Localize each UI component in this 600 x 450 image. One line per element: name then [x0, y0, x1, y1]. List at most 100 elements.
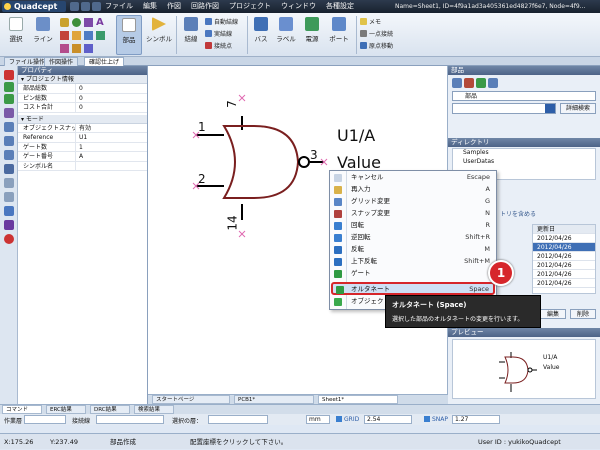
menu-circuit-draw[interactable]: 回路作図 [191, 0, 219, 13]
work-layer-select[interactable] [24, 415, 66, 424]
edit-button[interactable]: 編集 [540, 309, 566, 319]
tile-icon[interactable] [488, 78, 498, 88]
search-icon[interactable] [545, 104, 555, 113]
mode-section[interactable]: ▾ モード [18, 114, 147, 124]
book-icon[interactable] [464, 78, 474, 88]
tab-drc-result[interactable]: DRC結果 [90, 405, 130, 414]
directory-item[interactable]: UserDatas [453, 158, 595, 167]
grid-icon[interactable] [4, 164, 14, 174]
label-button[interactable]: ラベル [273, 17, 299, 43]
menu-item-snap-change[interactable]: スナップ変更 N [330, 208, 496, 220]
menu-item-cancel[interactable]: キャンセル Escape [330, 172, 496, 184]
tab-draw-ops[interactable]: 作図操作 [44, 57, 79, 66]
tab-erc-result[interactable]: ERC結果 [46, 405, 86, 414]
library-combo[interactable]: 部品 [452, 91, 596, 101]
zoom-in-icon[interactable] [4, 122, 14, 132]
advanced-search-button[interactable]: 詳細検索 [560, 103, 596, 114]
grid-select[interactable]: 2.54 [364, 415, 412, 424]
table-row-selected[interactable]: 2012/04/26 [533, 243, 595, 252]
gate-count-field[interactable]: 1 [76, 143, 147, 152]
polygon-tool-icon[interactable] [72, 31, 81, 40]
stop-icon[interactable] [4, 234, 14, 244]
port-button[interactable]: ポート [325, 17, 353, 43]
table-tool-icon[interactable] [96, 31, 105, 40]
wire-width-select[interactable] [96, 415, 164, 424]
layer-icon[interactable] [4, 178, 14, 188]
symbol-button[interactable]: シンボル [144, 17, 174, 43]
text-tool-icon[interactable]: A [96, 17, 107, 28]
zoom-fit-icon[interactable] [4, 150, 14, 160]
color-icon[interactable] [4, 220, 14, 230]
tab-pcb1[interactable]: PCB1* [234, 395, 314, 404]
connect-point-button[interactable]: 接続点 [205, 41, 232, 50]
origin-move-button[interactable]: 原点移動 [360, 41, 393, 50]
directory-item[interactable]: Samples [453, 149, 595, 158]
pen-tool-icon[interactable] [72, 44, 81, 53]
image-tool-icon[interactable] [84, 31, 93, 40]
one-wire-button[interactable]: 一点接続 [360, 29, 393, 38]
menu-settings[interactable]: 各種設定 [326, 0, 354, 13]
menu-item-alternate[interactable]: オルタネート Space [331, 282, 495, 295]
measure-icon[interactable] [4, 192, 14, 202]
project-info-section[interactable]: ▾ プロジェクト情報 [18, 75, 147, 84]
close-icon[interactable] [4, 70, 14, 80]
menu-item-flip-vertical[interactable]: 上下反転 Shift+M [330, 256, 496, 268]
triangle-tool-icon[interactable] [84, 18, 93, 27]
menu-edit[interactable]: 編集 [143, 0, 157, 13]
tab-sheet1[interactable]: Sheet1* [318, 395, 398, 404]
column-header-date[interactable]: 更新日 [533, 225, 595, 234]
menu-item-reenter[interactable]: 再入力 A [330, 184, 496, 196]
circle-tool-icon[interactable] [60, 18, 69, 27]
open-file-icon[interactable] [81, 2, 90, 11]
settings-icon[interactable] [4, 206, 14, 216]
app-logo[interactable]: Quadcept [2, 1, 66, 12]
tab-finish[interactable]: 確認仕上げ [84, 57, 125, 66]
bus-button[interactable]: バス [251, 17, 271, 43]
snap-toggle-icon[interactable] [424, 416, 430, 422]
table-row[interactable]: 2012/04/26 [533, 270, 595, 279]
unit-select[interactable]: mm [306, 415, 330, 424]
wire-button[interactable]: 結線 [180, 17, 202, 43]
symbol-name-field[interactable] [76, 162, 147, 171]
memo-button[interactable]: メモ [360, 17, 381, 26]
new-file-icon[interactable] [70, 2, 79, 11]
grid-toggle-icon[interactable] [336, 416, 342, 422]
line-button[interactable]: ライン [30, 17, 56, 43]
menu-item-mirror[interactable]: 反転 M [330, 244, 496, 256]
forward-icon[interactable] [4, 82, 14, 92]
table-row[interactable]: 2012/04/26 [533, 234, 595, 243]
real-wire-button[interactable]: 実結線 [205, 29, 232, 38]
part-view-icon[interactable] [452, 78, 462, 88]
zoom-out-icon[interactable] [4, 136, 14, 146]
table-row[interactable]: 2012/04/26 [533, 261, 595, 270]
menu-item-grid-change[interactable]: グリッド変更 G [330, 196, 496, 208]
layer-select[interactable] [208, 415, 268, 424]
rect-tool-icon[interactable] [60, 31, 69, 40]
dim-tool-icon[interactable] [84, 44, 93, 53]
select-button[interactable]: 選択 [4, 17, 28, 43]
power-button[interactable]: 電源 [301, 17, 323, 43]
gate-number-field[interactable]: A [76, 152, 147, 161]
menu-draw[interactable]: 作図 [167, 0, 181, 13]
tab-command[interactable]: コマンド [2, 405, 42, 414]
table-row[interactable]: 2012/04/26 [533, 279, 595, 288]
page-icon[interactable] [4, 108, 14, 118]
include-subdir-hint[interactable]: トリを含める [500, 209, 536, 218]
reference-field[interactable]: U1 [76, 133, 147, 142]
menu-file[interactable]: ファイル [105, 0, 133, 13]
menu-project[interactable]: プロジェクト [229, 0, 271, 13]
table-row[interactable]: 2012/04/26 [533, 252, 595, 261]
snap-select[interactable]: 1.27 [452, 415, 500, 424]
delete-button[interactable]: 削除 [570, 309, 596, 319]
menu-item-rotate[interactable]: 回転 R [330, 220, 496, 232]
list-icon[interactable] [476, 78, 486, 88]
part-search-input[interactable] [452, 103, 556, 114]
menu-window[interactable]: ウィンドウ [281, 0, 316, 13]
menu-item-gate[interactable]: ゲート [330, 268, 496, 280]
object-snap-select[interactable]: 有効 [76, 124, 147, 133]
tab-search-result[interactable]: 検索結果 [134, 405, 174, 414]
save-file-icon[interactable] [92, 2, 101, 11]
back-icon[interactable] [4, 94, 14, 104]
tab-start-page[interactable]: スタートページ [152, 395, 230, 404]
menu-item-reverse-rotate[interactable]: 逆回転 Shift+R [330, 232, 496, 244]
